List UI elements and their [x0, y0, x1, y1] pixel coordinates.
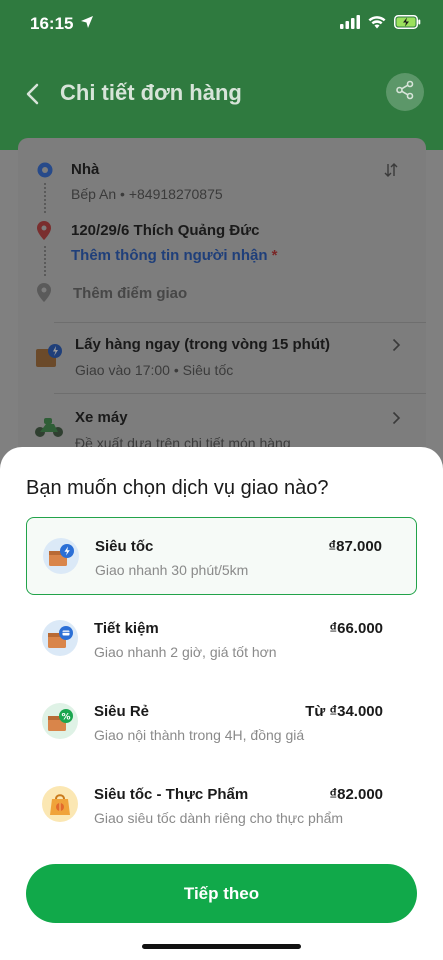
add-recipient-link[interactable]: Thêm thông tin người nhận *	[71, 247, 278, 264]
express-box-icon	[43, 538, 79, 574]
divider	[54, 322, 426, 323]
required-mark: *	[271, 247, 278, 264]
share-icon	[395, 80, 415, 105]
status-time: 16:15	[30, 14, 74, 33]
delivery-time-title: Lấy hàng ngay (trong vòng 15 phút)	[75, 336, 330, 353]
status-bar: 16:15	[0, 0, 443, 48]
sheet-title: Bạn muốn chọn dịch vụ giao nào?	[26, 477, 329, 499]
signal-icon	[340, 15, 360, 34]
service-price: ₫66.000	[329, 620, 383, 637]
add-stop-button[interactable]: Thêm điểm giao	[73, 285, 187, 302]
service-name: Siêu tốc	[95, 538, 154, 555]
food-bag-icon	[42, 786, 78, 822]
service-option-sieu-re[interactable]: % Siêu Rẻ Giao nội thành trong 4H, đồng …	[26, 683, 417, 761]
service-option-tiet-kiem[interactable]: Tiết kiệm Giao nhanh 2 giờ, giá tốt hơn …	[26, 600, 417, 678]
service-description: Giao nhanh 30 phút/5km	[95, 562, 249, 578]
delivery-service-sheet: Bạn muốn chọn dịch vụ giao nào? Siêu tốc…	[0, 447, 443, 960]
vehicle-title: Xe máy	[75, 409, 128, 426]
service-description: Giao nội thành trong 4H, đồng giá	[94, 727, 305, 743]
share-button[interactable]	[386, 73, 424, 111]
service-price: ₫87.000	[328, 538, 382, 555]
back-icon[interactable]	[24, 82, 40, 111]
route-line	[44, 183, 46, 213]
pickup-label: Nhà	[71, 161, 100, 178]
location-arrow-icon	[80, 15, 94, 34]
service-option-sieu-toc[interactable]: Siêu tốc Giao nhanh 30 phút/5km ₫87.000	[26, 517, 417, 595]
service-price: Từ ₫34.000	[305, 703, 383, 720]
delivery-time-subtitle: Giao vào 17:00 • Siêu tốc	[75, 362, 234, 378]
service-description: Giao siêu tốc dành riêng cho thực phẩm	[94, 810, 344, 826]
home-indicator[interactable]	[142, 944, 301, 949]
dropoff-address: 120/29/6 Thích Quảng Đức	[71, 222, 260, 239]
wifi-icon	[368, 15, 386, 34]
order-card: Nhà Bếp An • +84918270875 120/29/6 Thích…	[18, 138, 426, 478]
motorbike-icon	[34, 414, 64, 443]
svg-text:%: %	[61, 713, 70, 723]
service-name: Siêu Rẻ	[94, 703, 150, 720]
service-name: Tiết kiệm	[94, 620, 159, 637]
service-option-sieu-toc-thuc-pham[interactable]: Siêu tốc - Thực Phẩm Giao siêu tốc dành …	[26, 766, 417, 844]
divider	[54, 393, 426, 394]
service-price: ₫82.000	[329, 786, 383, 803]
page-title: Chi tiết đơn hàng	[60, 80, 242, 105]
battery-charging-icon	[394, 15, 421, 34]
dropoff-pin-icon	[36, 221, 52, 246]
status-icons	[340, 15, 421, 34]
delivery-time-icon	[35, 342, 63, 375]
chevron-right-icon[interactable]	[392, 411, 401, 430]
route-line	[44, 246, 46, 276]
pickup-detail: Bếp An • +84918270875	[71, 186, 223, 202]
service-description: Giao nhanh 2 giờ, giá tốt hơn	[94, 644, 277, 660]
service-name: Siêu tốc - Thực Phẩm	[94, 786, 249, 803]
discount-box-icon: %	[42, 703, 78, 739]
saver-box-icon	[42, 620, 78, 656]
chevron-right-icon[interactable]	[392, 338, 401, 357]
add-stop-pin-icon	[36, 283, 52, 308]
pickup-dot-icon	[37, 162, 53, 183]
next-button[interactable]: Tiếp theo	[26, 864, 417, 923]
add-recipient-label: Thêm thông tin người nhận	[71, 247, 268, 264]
swap-icon[interactable]	[383, 162, 399, 183]
